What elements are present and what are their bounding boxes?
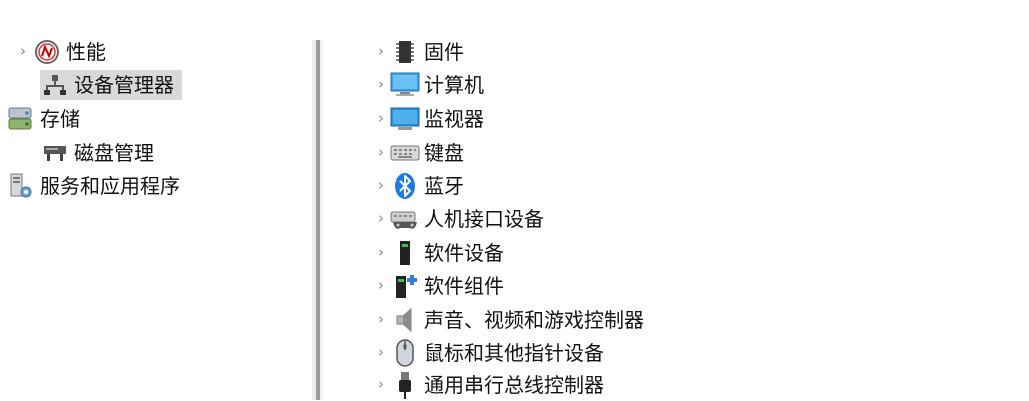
usb-connector-icon (390, 370, 420, 400)
tree-item-label: 服务和应用程序 (40, 173, 180, 198)
device-tree-pane: › 固件 › 计算机 › 监视器 › 键盘 › 蓝牙 › 人机接口设备 › 软件… (330, 0, 1029, 400)
device-category-label: 软件设备 (424, 240, 504, 265)
expand-chevron-icon[interactable]: › (372, 145, 390, 160)
device-category-label: 软件组件 (424, 273, 504, 298)
device-category-label: 人机接口设备 (424, 206, 544, 231)
software-device-icon (390, 238, 420, 268)
firmware-chip-icon (390, 37, 420, 67)
tree-item-label: 设备管理器 (74, 72, 174, 97)
storage-icon (6, 104, 36, 134)
device-category-hid[interactable]: › 人机接口设备 (372, 202, 550, 235)
pane-splitter[interactable] (312, 40, 323, 400)
expand-chevron-icon[interactable]: › (372, 345, 390, 360)
tree-item-label: 存储 (40, 106, 80, 131)
expand-chevron-icon[interactable]: › (372, 278, 390, 293)
expand-chevron-icon[interactable]: › (372, 377, 390, 392)
device-category-bluetooth[interactable]: › 蓝牙 (372, 169, 470, 202)
device-category-label: 蓝牙 (424, 173, 464, 198)
device-category-label: 固件 (424, 39, 464, 64)
device-category-label: 计算机 (424, 72, 484, 97)
device-category-software-device[interactable]: › 软件设备 (372, 236, 510, 269)
tree-item-label: 磁盘管理 (74, 140, 154, 165)
disk-management-icon (40, 138, 70, 168)
services-applications-icon (6, 171, 36, 201)
device-category-computer[interactable]: › 计算机 (372, 68, 490, 101)
device-category-sound-video-game[interactable]: › 声音、视频和游戏控制器 (372, 303, 650, 336)
mouse-icon (390, 338, 420, 368)
device-category-label: 监视器 (424, 106, 484, 131)
expand-chevron-icon[interactable]: › (372, 211, 390, 226)
human-interface-device-icon (390, 204, 420, 234)
device-category-mouse[interactable]: › 鼠标和其他指针设备 (372, 336, 610, 369)
software-component-icon (390, 271, 420, 301)
device-category-firmware[interactable]: › 固件 (372, 35, 470, 68)
expand-chevron-icon[interactable]: › (372, 77, 390, 92)
expand-chevron-icon[interactable]: › (372, 178, 390, 193)
tree-item-performance[interactable]: › 性能 (14, 35, 112, 68)
expand-chevron-icon[interactable]: › (372, 245, 390, 260)
device-category-keyboard[interactable]: › 键盘 (372, 136, 470, 169)
console-tree-pane: › 性能 设备管理器 存储 磁盘管理 服务和应用程序 (0, 0, 312, 400)
keyboard-icon (390, 138, 420, 168)
performance-gauge-icon (32, 37, 62, 67)
device-category-software-component[interactable]: › 软件组件 (372, 269, 510, 302)
device-manager-network-icon (40, 70, 70, 100)
computer-icon (390, 70, 420, 100)
bluetooth-icon (390, 171, 420, 201)
device-category-label: 声音、视频和游戏控制器 (424, 307, 644, 332)
device-category-label: 键盘 (424, 140, 464, 165)
monitor-icon (390, 104, 420, 134)
tree-item-label: 性能 (66, 39, 106, 64)
device-category-label: 通用串行总线控制器 (424, 372, 604, 397)
expand-chevron-icon[interactable]: › (372, 312, 390, 327)
speaker-icon (390, 305, 420, 335)
selection-highlight: 设备管理器 (40, 69, 182, 100)
expand-chevron-icon[interactable]: › (372, 44, 390, 59)
expand-chevron-icon[interactable]: › (14, 44, 32, 59)
tree-item-services-applications[interactable]: 服务和应用程序 (6, 169, 186, 202)
device-category-label: 鼠标和其他指针设备 (424, 340, 604, 365)
tree-item-disk-management[interactable]: 磁盘管理 (40, 136, 160, 169)
device-category-monitor[interactable]: › 监视器 (372, 102, 490, 135)
expand-chevron-icon[interactable]: › (372, 111, 390, 126)
tree-item-storage[interactable]: 存储 (6, 102, 86, 135)
tree-item-device-manager[interactable]: 设备管理器 (40, 68, 182, 101)
device-category-usb-controllers[interactable]: › 通用串行总线控制器 (372, 368, 610, 401)
